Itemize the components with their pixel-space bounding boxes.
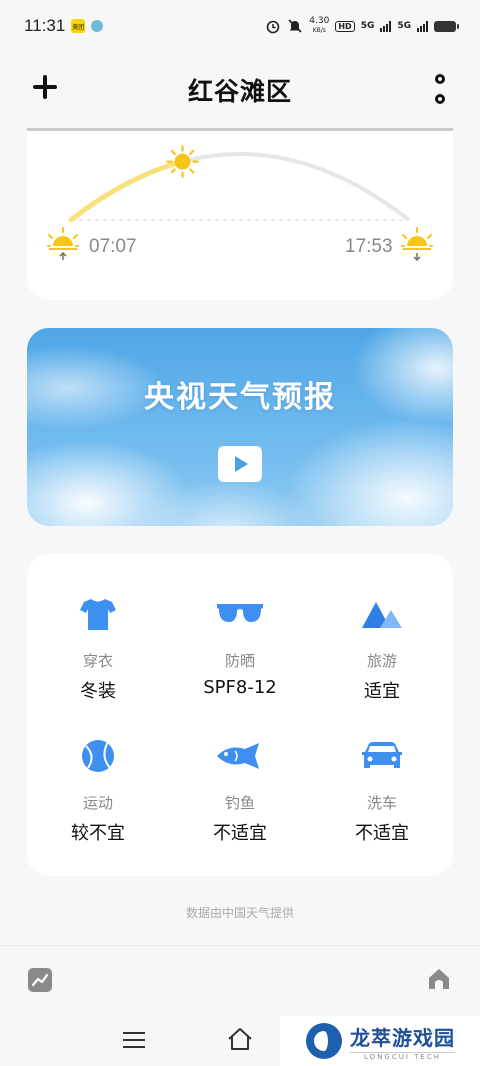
header: 红谷滩区	[0, 62, 480, 118]
sunset-icon	[401, 227, 433, 262]
sun-arc-chart	[47, 145, 433, 262]
net-speed: 4.30 KB/s	[309, 17, 329, 35]
signal-bars-icon-1	[380, 20, 392, 32]
status-left: 11:31 美团	[24, 16, 104, 36]
sunrise-sunset-card: 07:07 17:53	[27, 128, 453, 300]
life-index-card: 穿衣 冬装 防晒 SPF8-12 旅游 适宜 运动 较不宜 钓鱼 不适宜 洗车 …	[27, 554, 453, 876]
mountain-icon	[311, 594, 453, 634]
signal-label-1: 5G	[360, 21, 375, 31]
life-index-label: 防晒	[224, 652, 255, 670]
life-index-item[interactable]: 旅游 适宜	[311, 594, 453, 703]
sunrise-icon	[47, 227, 79, 260]
life-index-item[interactable]: 穿衣 冬装	[27, 594, 169, 703]
status-bar: 11:31 美团 4.30 KB/s HD 5G 5G	[0, 0, 480, 52]
system-home-icon[interactable]	[226, 1026, 254, 1052]
signal-label-2: 5G	[397, 21, 411, 31]
add-city-button[interactable]	[30, 72, 60, 102]
life-index-label: 运动	[82, 794, 113, 812]
life-index-label: 钓鱼	[224, 794, 255, 812]
life-index-grid: 穿衣 冬装 防晒 SPF8-12 旅游 适宜 运动 较不宜 钓鱼 不适宜 洗车 …	[27, 554, 453, 876]
signal-bars-icon-2	[417, 20, 428, 32]
net-speed-value: 4.30	[309, 16, 330, 26]
life-index-value: 冬装	[80, 681, 116, 702]
life-index-item[interactable]: 运动 较不宜	[27, 736, 169, 845]
life-index-label: 洗车	[366, 794, 397, 812]
hd-badge: HD	[335, 20, 355, 32]
home-icon	[429, 969, 449, 989]
data-source-note: 数据由中国天气提供	[185, 906, 294, 920]
life-index-value: SPF8-12	[203, 677, 277, 698]
life-index-value: 不适宜	[213, 823, 267, 844]
watermark-sub: LONGCUI TECH	[350, 1051, 455, 1061]
city-title: 红谷滩区	[187, 77, 292, 106]
watermark-name: 龙萃游戏园	[350, 1025, 455, 1050]
recent-apps-button[interactable]	[123, 1032, 145, 1048]
alarm-icon	[266, 20, 280, 34]
life-index-item[interactable]: 钓鱼 不适宜	[169, 736, 311, 845]
battery-icon	[434, 20, 459, 32]
life-index-item[interactable]: 防晒 SPF8-12	[169, 594, 311, 698]
life-index-label: 穿衣	[82, 652, 113, 670]
net-speed-unit: KB/s	[312, 27, 326, 34]
sunrise-time: 07:07	[89, 236, 137, 257]
play-icon[interactable]	[218, 446, 262, 482]
sun-position-icon	[166, 145, 199, 178]
tennis-ball-icon	[27, 736, 169, 776]
car-icon	[311, 736, 453, 776]
status-right: 4.30 KB/s HD 5G 5G	[265, 17, 459, 35]
meituan-notification-icon: 美团	[71, 19, 86, 33]
fish-icon	[169, 736, 311, 776]
tshirt-icon	[27, 594, 169, 634]
life-index-value: 不适宜	[355, 823, 409, 844]
life-index-label: 旅游	[366, 652, 397, 670]
watermark-logo-icon	[306, 1023, 342, 1059]
life-index-value: 较不宜	[71, 823, 125, 844]
more-dot-icon	[435, 74, 445, 84]
sunglasses-icon	[169, 594, 311, 634]
app-notification-icon	[91, 20, 104, 32]
more-options-button[interactable]	[432, 74, 448, 104]
cctv-weather-video-card[interactable]: 央视天气预报	[27, 328, 453, 526]
more-dot-icon	[435, 94, 445, 104]
sunset-time: 17:53	[345, 236, 393, 257]
trend-chart-button[interactable]	[28, 968, 52, 992]
watermark: 龙萃游戏园 LONGCUI TECH	[280, 1016, 480, 1066]
video-title: 央视天气预报	[144, 380, 336, 415]
status-time: 11:31	[24, 16, 66, 35]
home-button[interactable]	[426, 966, 452, 992]
watermark-text: 龙萃游戏园 LONGCUI TECH	[350, 1022, 455, 1061]
life-index-value: 适宜	[364, 681, 400, 702]
sun-arc-elapsed	[68, 159, 186, 223]
life-index-item[interactable]: 洗车 不适宜	[311, 736, 453, 845]
mute-icon	[288, 19, 302, 33]
trend-chart-icon	[31, 973, 49, 987]
